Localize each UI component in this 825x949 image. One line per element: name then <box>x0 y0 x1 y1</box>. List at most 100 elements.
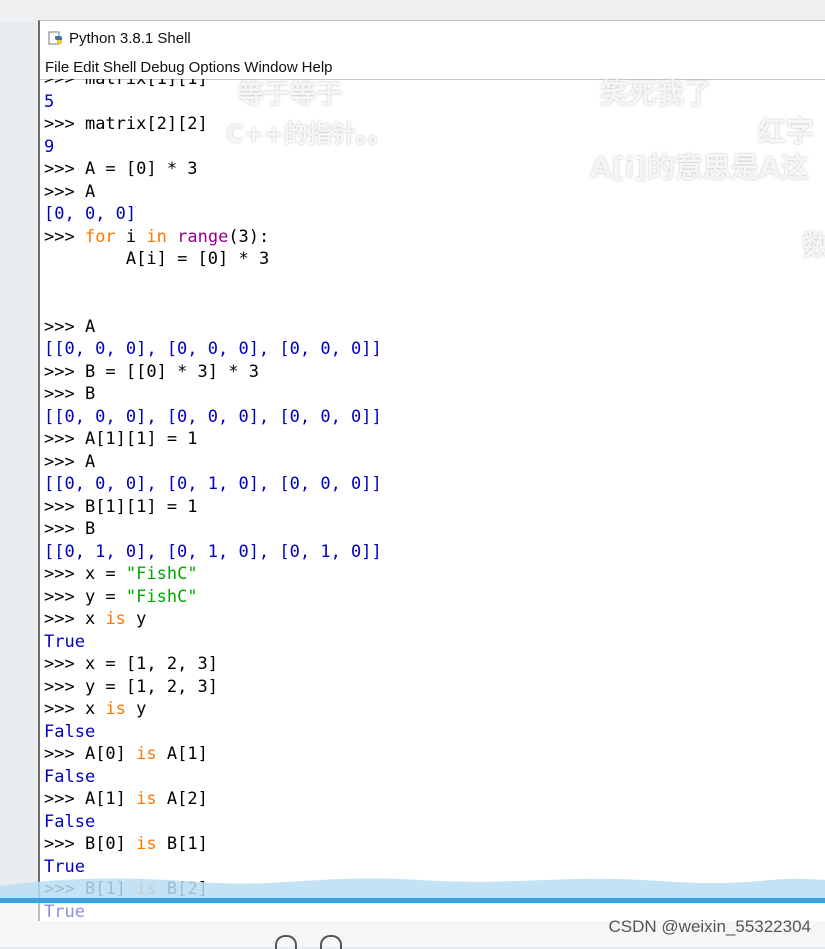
shell-line: >>> A[0] is A[1] <box>44 743 825 766</box>
shell-code-text: for <box>84 226 116 247</box>
shell-output-text: True <box>44 631 85 652</box>
shell-code-text: x <box>84 609 106 629</box>
shell-code-text: "FishC" <box>125 564 198 584</box>
shell-line: >>> x = "FishC" <box>44 563 825 586</box>
shell-output-text: [[0, 1, 0], [0, 1, 0], [0, 1, 0]] <box>44 541 382 562</box>
shell-prompt: >>> <box>44 586 85 607</box>
shell-line: [0, 0, 0] <box>44 203 825 226</box>
shell-prompt: >>> <box>44 519 85 539</box>
shell-line: >>> A <box>44 316 825 339</box>
shell-line: >>> B[0] is B[1] <box>44 833 825 856</box>
csdn-watermark: CSDN @weixin_55322304 <box>608 917 811 936</box>
shell-code-text: y <box>125 609 147 629</box>
shell-code-text: A[0] <box>84 744 137 764</box>
shell-code-text: "FishC" <box>125 586 198 607</box>
shell-code-text: A <box>84 181 96 202</box>
menu-options[interactable]: Options <box>189 59 241 76</box>
shell-prompt: >>> <box>44 451 85 472</box>
shell-output-text: 5 <box>44 91 55 112</box>
shell-code-text: A[1][1] = 1 <box>84 429 198 449</box>
shell-line: >>> B <box>44 518 825 541</box>
shell-output-text: 9 <box>44 136 55 157</box>
shell-prompt: >>> <box>44 564 85 584</box>
shell-code-text: A <box>84 316 96 337</box>
danmaku-comment: 等于等于 <box>238 80 343 110</box>
danmaku-comment: A[i]的意思是A这 <box>590 151 809 184</box>
shell-code-text: x = [1, 2, 3] <box>84 654 219 674</box>
title-bar: Python 3.8.1 Shell <box>40 21 825 55</box>
shell-output-text: [0, 0, 0] <box>44 204 137 224</box>
shell-output-text: False <box>44 811 96 832</box>
shell-line: >>> y = "FishC" <box>44 586 825 609</box>
danmaku-comment: 笑死我了 <box>600 77 713 110</box>
shell-line: False <box>44 811 825 834</box>
shell-line: [[0, 0, 0], [0, 1, 0], [0, 0, 0]] <box>44 473 825 496</box>
shell-output-text: [[0, 0, 0], [0, 0, 0], [0, 0, 0]] <box>44 406 382 427</box>
menu-help[interactable]: Help <box>302 59 333 76</box>
shell-prompt: >>> <box>44 114 85 134</box>
danmaku-comment: 数 <box>802 229 825 262</box>
shell-line: >>> B[1][1] = 1 <box>44 496 825 519</box>
shell-prompt: >>> <box>44 181 85 202</box>
shell-prompt: >>> <box>44 429 85 449</box>
shell-code-text: is <box>136 789 157 809</box>
shell-code-text: A = [0] * 3 <box>84 159 198 179</box>
menu-file[interactable]: File <box>45 59 69 76</box>
shell-code-text: A[1] <box>156 744 208 764</box>
shell-code-text: x <box>84 699 106 719</box>
shell-code-text: A[i] = [0] * 3 <box>44 249 270 269</box>
shell-prompt: >>> <box>44 496 85 517</box>
shell-code-text: B[1] <box>156 834 208 854</box>
shell-prompt: >>> <box>44 361 85 382</box>
shell-code-text: B <box>84 519 96 539</box>
menu-window[interactable]: Window <box>244 59 297 76</box>
shell-line: >>> matrix[2][2] <box>44 113 825 136</box>
shell-code-text: matrix[1][1] <box>84 79 208 89</box>
shell-code-text: is <box>136 834 157 854</box>
shell-output-area[interactable]: >>> matrix[1][1] 5 >>> matrix[2][2] 9 >>> A … <box>44 79 825 921</box>
shell-line: >>> for i in range(3): <box>44 226 825 249</box>
shell-output-text: [[0, 0, 0], [0, 1, 0], [0, 0, 0]] <box>44 474 382 494</box>
window-title: Python 3.8.1 Shell <box>69 29 191 47</box>
shell-code-text: is <box>136 744 157 764</box>
menu-edit[interactable]: Edit <box>73 59 99 76</box>
danmaku-comment: C++的指针。。 <box>226 120 392 148</box>
shell-line: [[0, 1, 0], [0, 1, 0], [0, 1, 0]] <box>44 541 825 564</box>
shell-prompt: >>> <box>44 384 85 404</box>
shell-line: >>> x is y <box>44 608 825 631</box>
shell-prompt: >>> <box>44 159 85 179</box>
shell-line: >>> A[1] is A[2] <box>44 788 825 811</box>
shell-code-text: y <box>125 699 147 719</box>
shell-line: [[0, 0, 0], [0, 0, 0], [0, 0, 0]] <box>44 406 825 429</box>
shell-line: >>> B = [[0] * 3] * 3 <box>44 361 825 384</box>
shell-prompt: >>> <box>44 744 85 764</box>
shell-code-text: matrix[2][2] <box>84 114 208 134</box>
shell-line: >>> y = [1, 2, 3] <box>44 676 825 699</box>
shell-output-text: [[0, 0, 0], [0, 0, 0], [0, 0, 0]] <box>44 339 382 359</box>
shell-code-text: range <box>177 226 229 247</box>
shell-code-text: B[1][1] = 1 <box>84 496 198 517</box>
shell-code-text: is <box>105 699 126 719</box>
danmaku-comment: 红字 <box>758 115 815 148</box>
shell-code-text: A <box>84 451 96 472</box>
shell-code-text: (3): <box>228 226 270 247</box>
shell-code-text: x = <box>84 564 126 584</box>
shell-code-text: in <box>146 226 167 247</box>
shell-code-text <box>167 227 177 247</box>
shell-output-text: False <box>44 721 96 742</box>
shell-prompt: >>> <box>44 834 85 854</box>
shell-code-text: B = [[0] * 3] * 3 <box>84 361 259 382</box>
shell-line: True <box>44 631 825 654</box>
page-top-strip <box>0 0 825 22</box>
menu-debug[interactable]: Debug <box>140 59 184 76</box>
shell-line: [[0, 0, 0], [0, 0, 0], [0, 0, 0]] <box>44 338 825 361</box>
shell-prompt: >>> <box>44 654 85 674</box>
shell-line: >>> x = [1, 2, 3] <box>44 653 825 676</box>
shell-code-text: is <box>105 609 126 629</box>
shell-line: >>> A[1][1] = 1 <box>44 428 825 451</box>
menu-shell[interactable]: Shell <box>103 59 136 76</box>
shell-code-text: B[0] <box>84 834 137 854</box>
python-shell-icon <box>48 31 62 45</box>
